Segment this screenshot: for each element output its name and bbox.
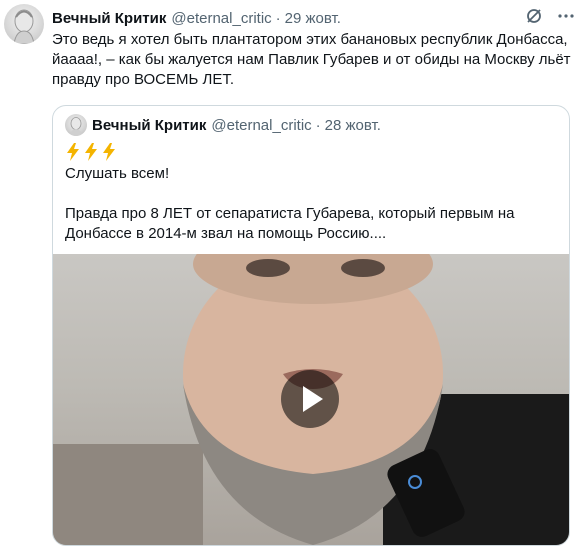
quote-header: Вечный Критик @eternal_critic · 28 жовт. (65, 114, 381, 136)
tweet-header: Вечный Критик @eternal_critic · 29 жовт. (52, 8, 341, 28)
quote-body: Слушать всем! Правда про 8 ЛЕТ от сепара… (65, 142, 560, 244)
quote-text-line: Правда про 8 ЛЕТ от сепаратиста Губарева… (65, 205, 515, 242)
settings-icon[interactable] (524, 6, 544, 26)
quote-header-separator: · (315, 116, 321, 134)
tweet-date[interactable]: 29 жовт. (285, 10, 341, 27)
video-thumbnail[interactable] (53, 254, 569, 545)
quote-text-line: Слушать всем! (65, 165, 170, 182)
lightning-emoji-icon (85, 143, 97, 161)
lightning-emojis (65, 142, 560, 162)
author-avatar[interactable] (4, 4, 44, 44)
tweet-actions (524, 6, 576, 26)
quote-author-handle[interactable]: @eternal_critic (211, 117, 311, 134)
play-icon[interactable] (281, 370, 339, 428)
author-handle[interactable]: @eternal_critic (171, 10, 271, 27)
quote-author-name[interactable]: Вечный Критик (92, 117, 206, 134)
more-icon[interactable] (556, 6, 576, 26)
header-separator: · (275, 9, 281, 27)
quote-author-avatar[interactable] (65, 114, 87, 136)
quote-blank-line (65, 184, 560, 204)
tweet[interactable]: Вечный Критик @eternal_critic · 29 жовт.… (0, 0, 588, 549)
quoted-tweet[interactable]: Вечный Критик @eternal_critic · 28 жовт.… (52, 105, 570, 546)
lightning-emoji-icon (103, 143, 115, 161)
author-name[interactable]: Вечный Критик (52, 10, 166, 27)
quote-date[interactable]: 28 жовт. (325, 117, 381, 134)
tweet-text: Это ведь я хотел быть плантатором этих б… (52, 31, 571, 88)
lightning-emoji-icon (67, 143, 79, 161)
